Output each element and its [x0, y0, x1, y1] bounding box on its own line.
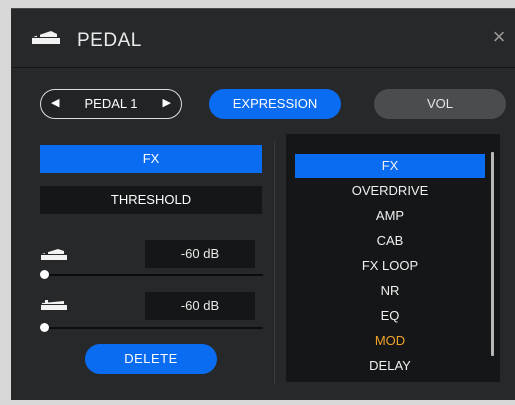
list-item-nr[interactable]: NR	[295, 279, 485, 303]
list-scrollbar[interactable]	[491, 152, 494, 356]
list-item-fx-loop[interactable]: FX LOOP	[295, 254, 485, 278]
pedal-icon	[32, 31, 60, 44]
list-item-overdrive[interactable]: OVERDRIVE	[295, 179, 485, 203]
close-button[interactable]: ×	[489, 26, 509, 48]
parameter-selector[interactable]: THRESHOLD	[40, 186, 262, 214]
title-bar: PEDAL ×	[11, 9, 515, 67]
vol-button[interactable]: VOL	[374, 89, 506, 119]
toe-slider-track[interactable]	[45, 327, 263, 329]
delete-button[interactable]: DELETE	[85, 344, 217, 374]
pedal-dialog: PEDAL × ◀ PEDAL 1 ▶ EXPRESSION VOL FX TH…	[11, 8, 515, 400]
pedal-selector[interactable]: ◀ PEDAL 1 ▶	[40, 89, 182, 119]
pedal-selector-label: PEDAL 1	[84, 96, 138, 111]
expression-button[interactable]: EXPRESSION	[209, 89, 341, 119]
toe-slider-handle[interactable]	[40, 323, 49, 332]
list-item-amp[interactable]: AMP	[295, 204, 485, 228]
panel-separator	[274, 141, 275, 385]
list-item-eq[interactable]: EQ	[295, 304, 485, 328]
window-title: PEDAL	[77, 30, 142, 51]
fx-category-button[interactable]: FX	[40, 145, 262, 173]
toe-value-display: -60 dB	[145, 292, 255, 320]
heel-value-display: -60 dB	[145, 240, 255, 268]
pedal-heel-icon	[41, 249, 67, 260]
list-item-mod[interactable]: MOD	[295, 329, 485, 353]
list-item-fx[interactable]: FX	[295, 154, 485, 178]
list-item-delay[interactable]: DELAY	[295, 354, 485, 378]
chevron-left-icon[interactable]: ◀	[51, 90, 59, 117]
list-item-cab[interactable]: CAB	[295, 229, 485, 253]
chevron-right-icon[interactable]: ▶	[163, 90, 171, 117]
heel-slider-handle[interactable]	[40, 270, 49, 279]
pedal-toe-icon	[41, 300, 67, 310]
fx-list: FX OVERDRIVE AMP CAB FX LOOP NR EQ MOD D…	[286, 134, 500, 382]
title-divider	[12, 67, 515, 68]
heel-slider-track[interactable]	[45, 274, 263, 276]
